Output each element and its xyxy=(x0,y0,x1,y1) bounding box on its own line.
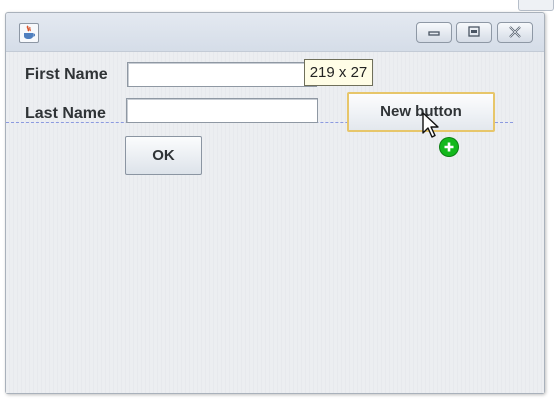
size-tooltip: 219 x 27 xyxy=(304,59,373,86)
first-name-label: First Name xyxy=(25,66,108,83)
form-panel: First Name 219 x 27 Last Name New button… xyxy=(6,52,544,393)
background-window-edge xyxy=(518,0,554,11)
minimize-icon xyxy=(428,31,440,36)
first-name-field[interactable] xyxy=(127,62,317,87)
last-name-field[interactable] xyxy=(126,98,318,123)
ok-button[interactable]: OK xyxy=(125,136,202,175)
mouse-pointer-icon xyxy=(422,112,439,138)
close-icon xyxy=(509,26,521,38)
maximize-button[interactable] xyxy=(456,22,492,43)
maximize-icon xyxy=(468,26,480,37)
last-name-label: Last Name xyxy=(25,105,106,122)
java-app-icon xyxy=(19,23,39,43)
title-bar[interactable] xyxy=(6,13,544,52)
close-button[interactable] xyxy=(497,22,533,43)
app-window: First Name 219 x 27 Last Name New button… xyxy=(5,12,545,394)
minimize-button[interactable] xyxy=(416,22,452,43)
add-plus-icon xyxy=(440,138,458,156)
